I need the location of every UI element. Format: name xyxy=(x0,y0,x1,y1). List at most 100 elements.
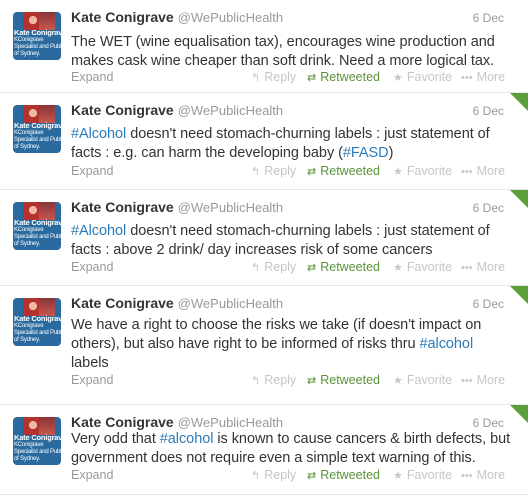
star-icon: ★ xyxy=(393,470,403,482)
retweet-icon: ⇄ xyxy=(307,166,317,178)
expand-link[interactable]: Expand xyxy=(71,468,113,482)
ellipsis-icon: ••• xyxy=(461,262,473,274)
reply-arrow-icon: ↰ xyxy=(251,470,261,482)
tweet-text: #Alcohol doesn't need stomach-churning l… xyxy=(71,126,490,161)
tweet-actions: Expand ↰ Reply ⇄ Retweeted ★ Favorite ••• Mo… xyxy=(71,260,516,278)
retweeted-button[interactable]: ⇄ Retweeted xyxy=(307,260,380,274)
user-handle[interactable]: @WePublicHealth xyxy=(178,200,283,215)
avatar-photo-detail xyxy=(39,417,55,435)
tweet[interactable]: Kate Conigrave KConigrave Specialist and… xyxy=(0,286,528,405)
retweeted-corner-icon xyxy=(510,93,528,111)
avatar-caption: Kate Conigrave KConigrave Specialist and… xyxy=(14,29,61,57)
user-fullname[interactable]: Kate Conigrave xyxy=(71,102,174,118)
favorite-button[interactable]: ★ Favorite xyxy=(393,164,452,178)
tweet-date[interactable]: 6 Dec xyxy=(473,416,504,430)
tweet-text: The WET (wine equalisation tax), encoura… xyxy=(71,34,495,69)
ellipsis-icon: ••• xyxy=(461,375,473,387)
retweeted-button[interactable]: ⇄ Retweeted xyxy=(307,70,380,84)
favorite-button[interactable]: ★ Favorite xyxy=(393,260,452,274)
favorite-button[interactable]: ★ Favorite xyxy=(393,373,452,387)
retweet-icon: ⇄ xyxy=(307,470,317,482)
reply-arrow-icon: ↰ xyxy=(251,166,261,178)
retweeted-button[interactable]: ⇄ Retweeted xyxy=(307,373,380,387)
retweeted-button[interactable]: ⇄ Retweeted xyxy=(307,164,380,178)
user-fullname[interactable]: Kate Conigrave xyxy=(71,199,174,215)
tweet-actions: Expand ↰ Reply ⇄ Retweeted ★ Favorite ••• Mo… xyxy=(71,164,516,182)
retweet-icon: ⇄ xyxy=(307,375,317,387)
reply-button[interactable]: ↰ Reply xyxy=(251,468,296,482)
tweet-date[interactable]: 6 Dec xyxy=(473,11,504,25)
avatar-caption: Kate Conigrave KConigrave Specialist and… xyxy=(14,219,61,247)
tweet-header: Kate Conigrave @WePublicHealth xyxy=(71,102,283,122)
avatar-photo-detail xyxy=(39,298,55,316)
reply-button[interactable]: ↰ Reply xyxy=(251,373,296,387)
avatar-photo-detail xyxy=(39,105,55,123)
avatar[interactable]: Kate Conigrave KConigrave Specialist and… xyxy=(13,202,61,250)
more-button[interactable]: ••• More xyxy=(461,468,505,482)
avatar[interactable]: Kate Conigrave KConigrave Specialist and… xyxy=(13,417,61,465)
ellipsis-icon: ••• xyxy=(461,166,473,178)
user-handle[interactable]: @WePublicHealth xyxy=(178,10,283,25)
hashtag-link[interactable]: #alcohol xyxy=(420,336,474,352)
retweet-icon: ⇄ xyxy=(307,72,317,84)
tweet[interactable]: Kate Conigrave KConigrave Specialist and… xyxy=(0,190,528,286)
reply-button[interactable]: ↰ Reply xyxy=(251,164,296,178)
retweet-icon: ⇄ xyxy=(307,262,317,274)
expand-link[interactable]: Expand xyxy=(71,164,113,178)
expand-link[interactable]: Expand xyxy=(71,70,113,84)
reply-button[interactable]: ↰ Reply xyxy=(251,260,296,274)
avatar-photo-detail xyxy=(39,202,55,220)
user-handle[interactable]: @WePublicHealth xyxy=(178,103,283,118)
hashtag-link[interactable]: #FASD xyxy=(343,145,389,161)
tweet[interactable]: Kate Conigrave KConigrave Specialist and… xyxy=(0,0,528,93)
star-icon: ★ xyxy=(393,72,403,84)
avatar[interactable]: Kate Conigrave KConigrave Specialist and… xyxy=(13,12,61,60)
tweet[interactable]: Kate Conigrave KConigrave Specialist and… xyxy=(0,405,528,495)
ellipsis-icon: ••• xyxy=(461,72,473,84)
tweet-header: Kate Conigrave @WePublicHealth xyxy=(71,199,283,219)
tweet-actions: Expand ↰ Reply ⇄ Retweeted ★ Favorite ••• Mo… xyxy=(71,70,516,88)
expand-link[interactable]: Expand xyxy=(71,260,113,274)
ellipsis-icon: ••• xyxy=(461,470,473,482)
tweet[interactable]: Kate Conigrave KConigrave Specialist and… xyxy=(0,93,528,190)
user-fullname[interactable]: Kate Conigrave xyxy=(71,295,174,311)
more-button[interactable]: ••• More xyxy=(461,70,505,84)
retweeted-corner-icon xyxy=(510,190,528,208)
more-button[interactable]: ••• More xyxy=(461,260,505,274)
tweet-header: Kate Conigrave @WePublicHealth xyxy=(71,295,283,315)
tweet-text: #Alcohol doesn't need stomach-churning l… xyxy=(71,223,490,258)
favorite-button[interactable]: ★ Favorite xyxy=(393,468,452,482)
hashtag-link[interactable]: #Alcohol xyxy=(71,126,126,142)
reply-arrow-icon: ↰ xyxy=(251,72,261,84)
reply-arrow-icon: ↰ xyxy=(251,375,261,387)
tweet-actions: Expand ↰ Reply ⇄ Retweeted ★ Favorite ••• Mo… xyxy=(71,373,516,391)
user-handle[interactable]: @WePublicHealth xyxy=(178,415,283,430)
reply-arrow-icon: ↰ xyxy=(251,262,261,274)
tweet-date[interactable]: 6 Dec xyxy=(473,104,504,118)
avatar[interactable]: Kate Conigrave KConigrave Specialist and… xyxy=(13,298,61,346)
tweet-header: Kate Conigrave @WePublicHealth xyxy=(71,9,283,29)
hashtag-link[interactable]: #Alcohol xyxy=(71,223,126,239)
user-handle[interactable]: @WePublicHealth xyxy=(178,296,283,311)
user-fullname[interactable]: Kate Conigrave xyxy=(71,9,174,25)
tweet-actions: Expand ↰ Reply ⇄ Retweeted ★ Favorite ••• Mo… xyxy=(71,468,516,486)
avatar-caption: Kate Conigrave KConigrave Specialist and… xyxy=(14,122,61,150)
tweet-date[interactable]: 6 Dec xyxy=(473,297,504,311)
user-fullname[interactable]: Kate Conigrave xyxy=(71,414,174,430)
star-icon: ★ xyxy=(393,166,403,178)
retweeted-button[interactable]: ⇄ Retweeted xyxy=(307,468,380,482)
avatar-caption: Kate Conigrave KConigrave Specialist and… xyxy=(14,315,61,343)
hashtag-link[interactable]: #alcohol xyxy=(160,431,214,447)
avatar-caption: Kate Conigrave KConigrave Specialist and… xyxy=(14,434,61,462)
retweeted-corner-icon xyxy=(510,405,528,423)
avatar[interactable]: Kate Conigrave KConigrave Specialist and… xyxy=(13,105,61,153)
more-button[interactable]: ••• More xyxy=(461,164,505,178)
more-button[interactable]: ••• More xyxy=(461,373,505,387)
favorite-button[interactable]: ★ Favorite xyxy=(393,70,452,84)
tweet-timeline: Kate Conigrave KConigrave Specialist and… xyxy=(0,0,528,495)
tweet-date[interactable]: 6 Dec xyxy=(473,201,504,215)
expand-link[interactable]: Expand xyxy=(71,373,113,387)
retweeted-corner-icon xyxy=(510,286,528,304)
avatar-photo-detail xyxy=(39,12,55,30)
reply-button[interactable]: ↰ Reply xyxy=(251,70,296,84)
